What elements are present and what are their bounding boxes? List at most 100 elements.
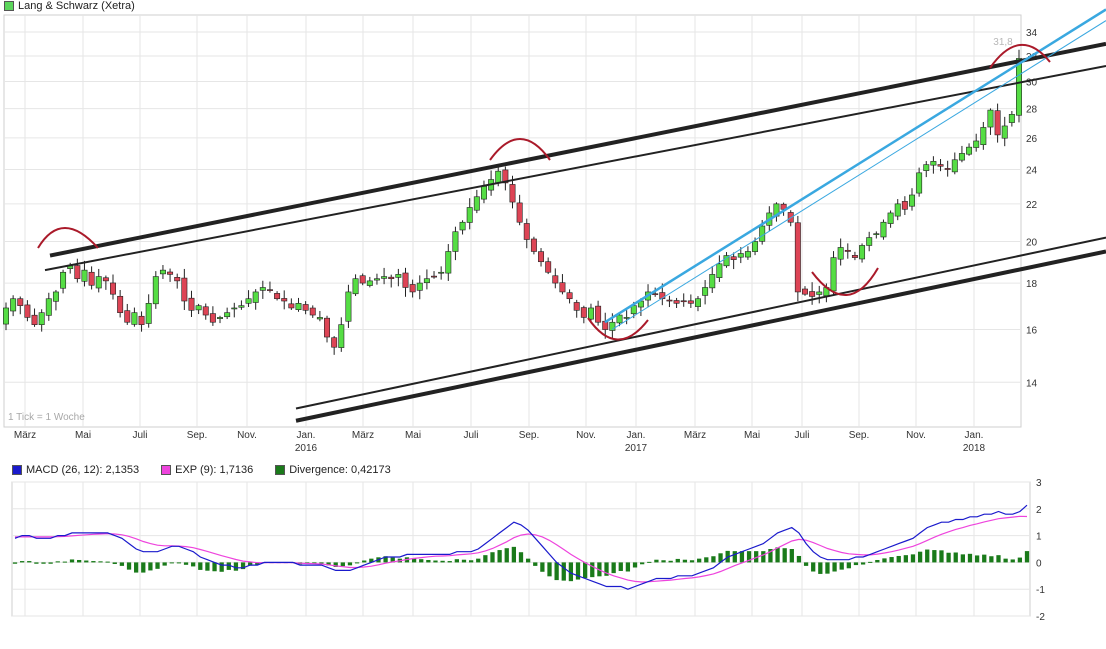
divergence-bar (141, 562, 146, 573)
candle-up (195, 305, 202, 311)
chart-root: Lang & Schwarz (Xetra) März Mai Juli Sep. No… (0, 0, 1106, 649)
candle-up (352, 278, 359, 295)
divergence-bar (590, 562, 595, 578)
divergence-bar (946, 552, 951, 563)
candle-up (438, 271, 445, 274)
candle-up (709, 274, 716, 289)
divergence-bar (176, 562, 182, 564)
divergence-bar (846, 562, 851, 569)
candle-up (159, 269, 166, 275)
divergence-bar (183, 562, 189, 565)
divergence-bar (775, 547, 780, 563)
macd-y-tick-label: 0 (1036, 558, 1042, 569)
divergence-bar (511, 546, 517, 563)
price-year-label: 2016 (295, 443, 318, 454)
divergence-bar (233, 562, 239, 571)
divergence-bar (932, 550, 937, 563)
divergence-bar (939, 550, 944, 563)
divergence-bar (55, 561, 60, 563)
candle-down (794, 222, 801, 293)
candle-down (687, 300, 694, 304)
divergence-bar (654, 559, 659, 563)
candle-up (295, 303, 302, 311)
candle-up (459, 221, 466, 231)
divergence-bar (518, 552, 524, 563)
candle-up (873, 233, 880, 235)
candle-down (88, 271, 95, 286)
candle-down (573, 302, 580, 311)
candle-up (495, 170, 502, 184)
candle-up (38, 312, 45, 325)
candle-down (652, 293, 659, 296)
divergence-bar (832, 562, 837, 572)
candle-down (530, 238, 537, 252)
candle-up (1008, 114, 1015, 123)
price-x-tick-label: Sep. (187, 430, 208, 441)
candle-up (224, 312, 231, 318)
divergence-bar (84, 560, 89, 563)
divergence-bar (112, 562, 117, 565)
candle-up (973, 140, 980, 148)
divergence-bar (896, 555, 901, 563)
divergence-bar (618, 562, 623, 571)
price-x-tick-label: Mai (744, 430, 760, 441)
divergence-bar (910, 554, 916, 563)
divergence-bar (889, 557, 894, 563)
divergence-bar (782, 548, 787, 563)
divergence-bar (882, 558, 887, 563)
candle-down (167, 271, 174, 275)
divergence-bar (319, 562, 324, 564)
candle-up (987, 109, 994, 128)
candle-up (145, 303, 152, 324)
candle (152, 271, 159, 309)
candle-down (24, 304, 31, 318)
candle-up (909, 194, 915, 207)
candle-up (373, 278, 380, 281)
candle-down (174, 277, 181, 282)
divergence-bar (953, 552, 958, 563)
divergence-bar (547, 562, 552, 577)
divergence-bar (682, 559, 688, 563)
candle-up (381, 276, 388, 279)
candle-up (395, 274, 402, 278)
candle-up (259, 287, 266, 291)
divergence-bar (205, 562, 210, 571)
price-y-tick-label: 26 (1026, 134, 1038, 145)
divergence-bar (77, 559, 82, 563)
price-x-tick-label: Juli (132, 430, 147, 441)
divergence-bar (504, 548, 509, 563)
divergence-bar (1010, 559, 1015, 563)
candle-up (445, 251, 452, 274)
candle-down (209, 313, 216, 323)
candle-down (545, 261, 552, 273)
candle-down (580, 307, 587, 318)
divergence-bar (811, 562, 816, 572)
price-plot-area (3, 14, 1022, 428)
candle-up (830, 257, 837, 292)
divergence-bar (426, 559, 431, 563)
candle-up (95, 276, 102, 289)
divergence-bar (825, 562, 830, 574)
candle (830, 251, 837, 296)
candle-up (1016, 58, 1022, 116)
price-x-tick-label: Jan. (627, 430, 646, 441)
candle-down (281, 298, 288, 302)
divergence-bar (169, 562, 174, 564)
divergence-bar (212, 562, 217, 572)
divergence-bar (761, 551, 766, 563)
price-y-tick-label: 18 (1026, 279, 1038, 290)
divergence-bar (632, 562, 638, 568)
divergence-bar (789, 549, 794, 563)
divergence-bar (561, 562, 566, 581)
price-x-tick-label: März (352, 430, 374, 441)
candle-down (388, 276, 395, 280)
candle-down (552, 275, 559, 284)
candle-up (737, 253, 744, 258)
price-y-tick-label: 28 (1026, 105, 1038, 116)
candle-up (423, 278, 430, 284)
divergence-bar (134, 562, 139, 573)
price-x-tick-label: März (14, 430, 36, 441)
candle-up (866, 237, 873, 246)
candle-up (231, 307, 238, 310)
candle-down (31, 314, 38, 325)
